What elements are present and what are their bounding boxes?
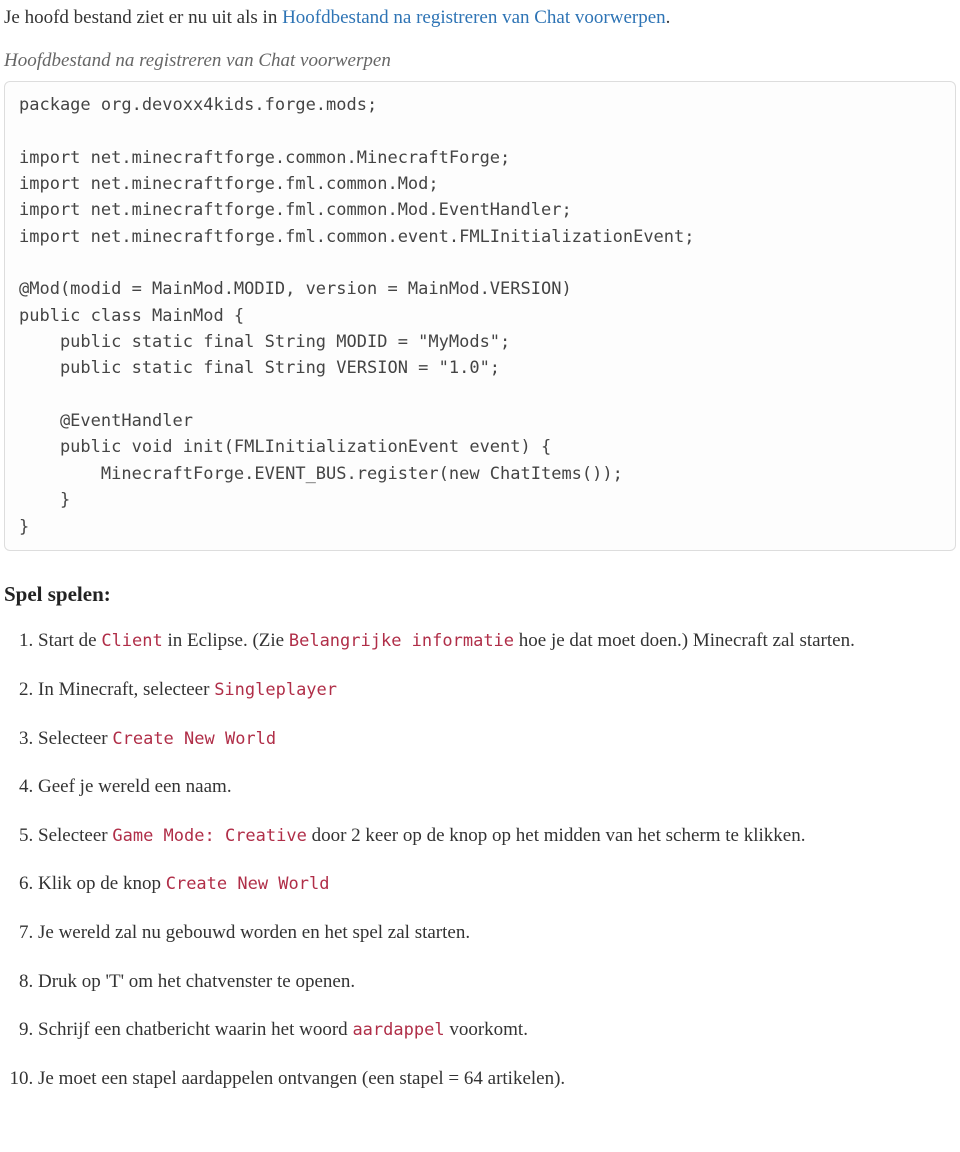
step-text: In Minecraft, selecteer <box>38 679 214 700</box>
step-text: hoe je dat moet doen.) Minecraft zal sta… <box>514 630 855 651</box>
inline-code: Singleplayer <box>214 680 337 700</box>
inline-code: Create New World <box>112 729 276 749</box>
step-text: voorkomt. <box>445 1019 528 1040</box>
step-item: Je wereld zal nu gebouwd worden en het s… <box>38 920 956 947</box>
step-text: Druk op 'T' om het chatvenster te openen… <box>38 971 355 992</box>
step-text: Je moet een stapel aardappelen ontvangen… <box>38 1068 565 1089</box>
inline-code: Belangrijke informatie <box>289 631 514 651</box>
step-text: Je wereld zal nu gebouwd worden en het s… <box>38 922 470 943</box>
step-item: Je moet een stapel aardappelen ontvangen… <box>38 1066 956 1093</box>
step-text: Selecteer <box>38 825 112 846</box>
step-text: in Eclipse. (Zie <box>163 630 289 651</box>
step-item: Geef je wereld een naam. <box>38 774 956 801</box>
intro-paragraph: Je hoofd bestand ziet er nu uit als in H… <box>4 4 956 33</box>
step-item: Druk op 'T' om het chatvenster te openen… <box>38 969 956 996</box>
step-text: Start de <box>38 630 101 651</box>
inline-code: Create New World <box>166 874 330 894</box>
step-text: Schrijf een chatbericht waarin het woord <box>38 1019 352 1040</box>
intro-prefix: Je hoofd bestand ziet er nu uit als in <box>4 7 282 28</box>
step-list: Start de Client in Eclipse. (Zie Belangr… <box>4 628 956 1092</box>
step-item: Start de Client in Eclipse. (Zie Belangr… <box>38 628 956 655</box>
inline-code: Client <box>101 631 162 651</box>
code-block: package org.devoxx4kids.forge.mods; impo… <box>4 81 956 551</box>
inline-code: aardappel <box>352 1020 444 1040</box>
section-heading: Spel spelen: <box>4 579 956 611</box>
step-item: In Minecraft, selecteer Singleplayer <box>38 677 956 704</box>
step-item: Schrijf een chatbericht waarin het woord… <box>38 1017 956 1044</box>
step-text: Geef je wereld een naam. <box>38 776 232 797</box>
step-text: Selecteer <box>38 728 112 749</box>
intro-suffix: . <box>666 7 671 28</box>
inline-code: Game Mode: Creative <box>112 826 306 846</box>
step-text: Klik op de knop <box>38 873 166 894</box>
step-text: door 2 keer op de knop op het midden van… <box>307 825 806 846</box>
intro-link[interactable]: Hoofdbestand na registreren van Chat voo… <box>282 7 666 28</box>
code-caption: Hoofdbestand na registreren van Chat voo… <box>4 47 956 76</box>
step-item: Selecteer Game Mode: Creative door 2 kee… <box>38 823 956 850</box>
step-item: Klik op de knop Create New World <box>38 871 956 898</box>
step-item: Selecteer Create New World <box>38 726 956 753</box>
